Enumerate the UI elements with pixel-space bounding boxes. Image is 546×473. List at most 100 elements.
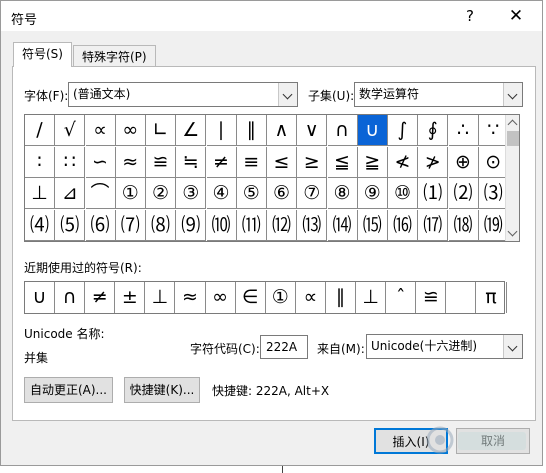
symbol-cell[interactable]: ⒁: [327, 209, 358, 241]
symbol-cell[interactable]: ∕: [25, 115, 55, 146]
symbol-cell[interactable]: ∮: [418, 115, 449, 146]
symbol-cell[interactable]: ∨: [297, 115, 328, 146]
font-dropdown[interactable]: (普通文本): [68, 82, 298, 107]
symbol-cell[interactable]: ≯: [418, 146, 449, 178]
symbol-cell[interactable]: ≧: [357, 146, 388, 178]
symbol-cell[interactable]: ≡: [236, 146, 267, 178]
subset-dropdown[interactable]: 数学运算符: [354, 82, 523, 107]
symbol-cell[interactable]: ⊥: [25, 178, 55, 209]
recent-symbol-cell[interactable]: ⊥: [145, 282, 176, 313]
symbol-cell[interactable]: ∣: [206, 115, 237, 146]
recent-symbol-cell[interactable]: ∞: [206, 282, 236, 313]
shortcut-key-button[interactable]: 快捷键(K)...: [124, 377, 200, 403]
autocorrect-button[interactable]: 自动更正(A)...: [24, 377, 113, 403]
symbol-cell[interactable]: ∧: [267, 115, 297, 146]
cancel-button[interactable]: 取消: [456, 428, 530, 454]
scroll-up-icon[interactable]: [507, 119, 518, 130]
symbol-cell[interactable]: ⑨: [357, 178, 388, 209]
symbol-cell[interactable]: ⑾: [236, 209, 267, 241]
symbol-cell[interactable]: ∽: [85, 146, 116, 178]
symbol-cell[interactable]: ⑩: [388, 178, 418, 209]
symbol-cell[interactable]: ⒃: [388, 209, 418, 241]
help-button[interactable]: ?: [455, 5, 485, 27]
symbol-cell[interactable]: ⊿: [55, 178, 86, 209]
recent-symbol-cell[interactable]: ≠: [85, 282, 116, 313]
symbol-cell[interactable]: ⒄: [418, 209, 449, 241]
symbol-cell[interactable]: ≌: [146, 146, 176, 178]
recent-symbol-cell[interactable]: ≌: [416, 282, 447, 313]
symbol-cell[interactable]: ⑻: [146, 209, 176, 241]
chevron-down-icon[interactable]: [503, 335, 522, 358]
symbol-cell[interactable]: ⊕: [448, 146, 479, 178]
recent-symbol-cell[interactable]: ①: [266, 282, 296, 313]
symbol-cell[interactable]: ⑷: [25, 209, 55, 241]
symbol-cell[interactable]: ∝: [85, 115, 116, 146]
chevron-down-icon[interactable]: [503, 83, 522, 106]
recent-symbol-cell[interactable]: π: [477, 282, 507, 313]
recent-symbol-cell[interactable]: ∩: [55, 282, 86, 313]
symbol-cell[interactable]: ④: [206, 178, 237, 209]
symbol-cell[interactable]: ⑺: [115, 209, 146, 241]
symbol-cell[interactable]: ②: [146, 178, 176, 209]
symbol-cell[interactable]: ⑦: [297, 178, 328, 209]
symbol-cell[interactable]: ≒: [176, 146, 207, 178]
font-value: (普通文本): [73, 87, 131, 101]
symbol-cell[interactable]: ∞: [115, 115, 146, 146]
symbol-cell[interactable]: ∫: [388, 115, 418, 146]
symbol-cell[interactable]: √: [55, 115, 86, 146]
recent-symbol-cell[interactable]: ∈: [236, 282, 266, 313]
symbol-cell[interactable]: ⒅: [448, 209, 479, 241]
symbol-cell[interactable]: ⑵: [448, 178, 479, 209]
symbol-cell[interactable]: ∠: [176, 115, 207, 146]
recent-symbols-row[interactable]: ∪ ∩ ≠ ± ⊥ ≈ ∞ ∈ ① ∝ ∥ ⊥ ˆ ≌ π: [24, 281, 507, 314]
symbol-cell[interactable]: ∩: [327, 115, 358, 146]
recent-symbol-cell[interactable]: ˆ: [386, 282, 417, 313]
recent-symbol-cell[interactable]: ∪: [25, 282, 55, 313]
symbol-cell[interactable]: ∪: [357, 115, 388, 146]
symbol-cell[interactable]: ∟: [146, 115, 176, 146]
recent-symbol-cell[interactable]: [446, 282, 477, 313]
symbol-cell[interactable]: ≈: [115, 146, 146, 178]
symbol-cell[interactable]: ⑿: [267, 209, 297, 241]
chevron-down-icon[interactable]: [278, 83, 297, 106]
symbol-grid[interactable]: ∕ √ ∝ ∞ ∟ ∠ ∣ ∥ ∧ ∨ ∩ ∪ ∫ ∮ ∴ ∵ ∶ ∷ ∽ ≈ ≌ ≒ ≠ ≡ ≤ ≥ ≦ ≧ ≮ ≯ ⊕ ⊙ ⊥ ⊿ ⌒ ① ② ③ ④ ⑤…: [24, 114, 520, 242]
symbol-cell[interactable]: ⑼: [176, 209, 207, 241]
symbol-cell[interactable]: ⑤: [236, 178, 267, 209]
symbol-grid-scrollbar[interactable]: [505, 115, 519, 241]
tab-special-characters[interactable]: 特殊字符(P): [73, 45, 156, 68]
symbol-cell[interactable]: ⑴: [418, 178, 449, 209]
recent-symbol-cell[interactable]: ⊥: [356, 282, 387, 313]
from-dropdown[interactable]: Unicode(十六进制): [366, 334, 523, 359]
font-label: 字体(F):: [24, 89, 69, 103]
symbol-cell[interactable]: ⑹: [85, 209, 116, 241]
symbol-cell[interactable]: ⒀: [297, 209, 328, 241]
symbol-cell[interactable]: ∴: [448, 115, 479, 146]
symbol-cell[interactable]: ≥: [297, 146, 328, 178]
symbol-cell[interactable]: ≦: [327, 146, 358, 178]
symbol-cell[interactable]: ∷: [55, 146, 86, 178]
symbol-cell[interactable]: ⒂: [357, 209, 388, 241]
symbol-cell[interactable]: ∶: [25, 146, 55, 178]
scroll-down-icon[interactable]: [507, 226, 518, 237]
recent-symbol-cell[interactable]: ±: [115, 282, 146, 313]
tab-symbols[interactable]: 符号(S): [13, 42, 72, 67]
symbol-dialog: 符号 ? ✕ 符号(S) 特殊字符(P) 字体(F): (普通文本) 子集(U)…: [0, 0, 543, 466]
char-code-input[interactable]: 222A: [260, 335, 308, 359]
symbol-cell[interactable]: ⑸: [55, 209, 86, 241]
symbol-cell[interactable]: ⌒: [85, 178, 116, 209]
symbol-cell[interactable]: ≠: [206, 146, 237, 178]
symbol-cell[interactable]: ①: [115, 178, 146, 209]
recent-symbol-cell[interactable]: ≈: [176, 282, 206, 313]
close-icon[interactable]: ✕: [501, 5, 531, 27]
symbol-cell[interactable]: ∥: [236, 115, 267, 146]
symbol-cell[interactable]: ③: [176, 178, 207, 209]
recent-symbol-cell[interactable]: ∝: [296, 282, 326, 313]
symbol-cell[interactable]: ≤: [267, 146, 297, 178]
symbol-cell[interactable]: ⑽: [206, 209, 237, 241]
symbol-cell[interactable]: ⑧: [327, 178, 358, 209]
recent-symbol-cell[interactable]: ∥: [326, 282, 356, 313]
symbol-cell[interactable]: ≮: [388, 146, 418, 178]
scroll-thumb[interactable]: [507, 131, 519, 146]
insert-button[interactable]: 插入(I): [374, 428, 448, 454]
symbol-cell[interactable]: ⑥: [267, 178, 297, 209]
